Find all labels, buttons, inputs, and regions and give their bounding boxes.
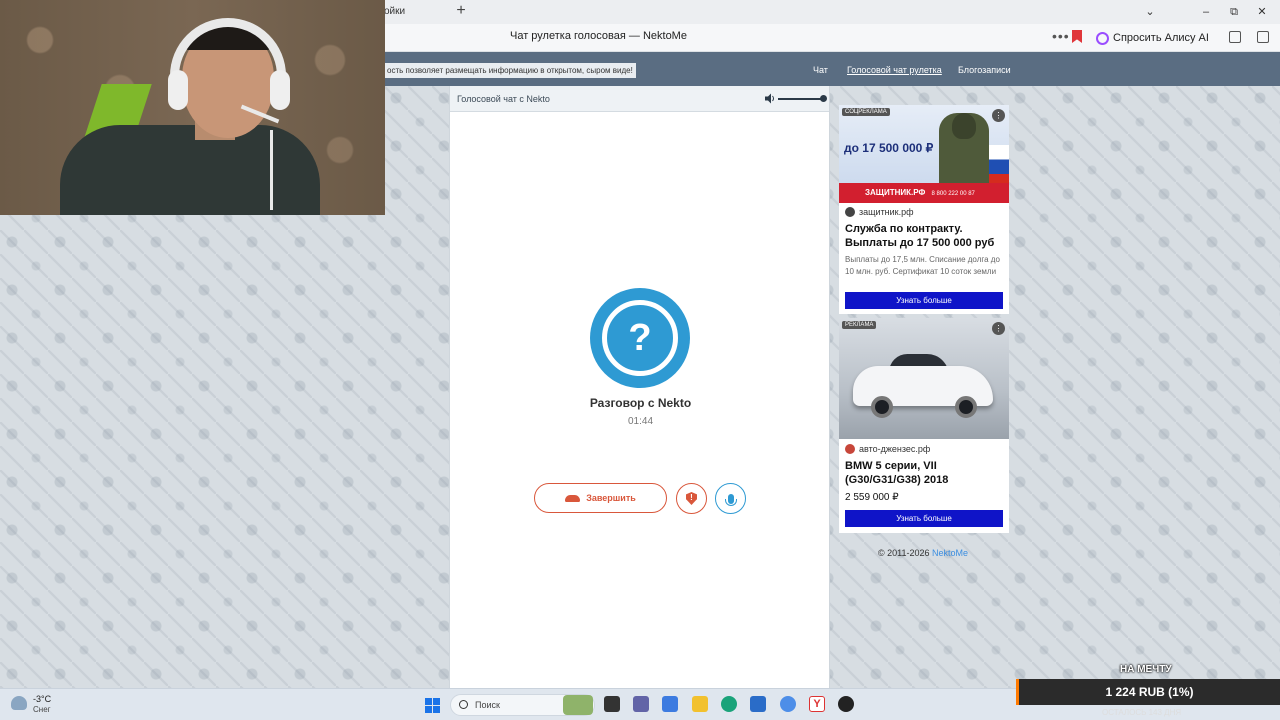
ad-strip-phone: 8 800 222 00 87 (931, 191, 975, 197)
nav-link-chat[interactable]: Чат (813, 65, 828, 75)
nav-link-voice-chat[interactable]: Голосовой чат рулетка (847, 65, 942, 75)
ad-banner-strip: ЗАЩИТНИК.РФ 8 800 222 00 87 (839, 183, 1009, 203)
download-icon[interactable] (1257, 31, 1269, 43)
car-wheel (955, 396, 977, 418)
site-icon (845, 444, 855, 454)
headset-earcup (270, 70, 290, 110)
stream-goal-remaining: ОСТАЛОСЬ 143 ДНЯ (1102, 708, 1182, 717)
avatar: ? (590, 288, 690, 388)
voice-chat-panel: Голосовой чат с Nekto ? Разговор с Nekto… (449, 86, 830, 688)
end-call-label: Завершить (586, 493, 636, 503)
soldier-helmet (952, 113, 976, 139)
obs-icon[interactable] (838, 696, 854, 712)
more-options-icon[interactable]: ••• (1052, 28, 1070, 44)
stream-goal-label: НА МЕЧТУ (1120, 664, 1172, 675)
hang-up-icon (565, 494, 581, 502)
ad-text: Выплаты до 17,5 млн. Списание долга до 1… (845, 255, 1000, 276)
yandex-browser-icon[interactable]: Y (809, 696, 825, 712)
maximize-button[interactable]: ⧉ (1224, 3, 1244, 21)
headset-cord (270, 130, 273, 210)
headset-earcup (168, 70, 188, 110)
copyright-brand-link[interactable]: NektoMe (932, 548, 968, 558)
ad-options-icon[interactable]: ⋮ (992, 109, 1005, 122)
store-icon[interactable] (662, 696, 678, 712)
alice-label: Спросить Алису AI (1113, 32, 1209, 44)
weather-temperature[interactable]: -3°C (33, 694, 51, 704)
stream-goal-amount: 1 224 RUB (1%) (1016, 679, 1280, 705)
webcam-person-body (60, 125, 320, 215)
question-icon: ? (602, 300, 678, 376)
site-notice: ость позволяет размещать информацию в от… (384, 63, 636, 78)
end-call-button[interactable]: Завершить (534, 483, 667, 513)
ad-title[interactable]: Служба по контракту. Выплаты до 17 500 0… (845, 222, 1005, 250)
app-icon[interactable] (750, 696, 766, 712)
weather-description[interactable]: Снег (33, 705, 51, 714)
chat-header-title: Голосовой чат с Nekto (457, 94, 550, 104)
snow-cloud-icon[interactable] (11, 696, 27, 710)
ad-learn-more-button[interactable]: Узнать больше (845, 292, 1003, 309)
alice-button[interactable]: Спросить Алису AI (1092, 27, 1217, 49)
ad-domain-text: авто-джензес.рф (859, 444, 931, 454)
ad-banner-amount: до 17 500 000 ₽ (844, 141, 934, 155)
teams-icon[interactable] (633, 696, 649, 712)
ad-domain-text: защитник.рф (859, 207, 914, 217)
widget-icon[interactable] (563, 695, 593, 715)
report-button[interactable]: ! (676, 483, 707, 514)
chat-header: Голосовой чат с Nekto (450, 86, 829, 112)
edge-icon[interactable] (721, 696, 737, 712)
shield-icon: ! (686, 492, 697, 505)
ad-domain[interactable]: авто-джензес.рф (845, 444, 930, 454)
volume-slider[interactable] (778, 98, 825, 100)
ad-domain[interactable]: защитник.рф (845, 207, 914, 217)
nav-link-blog[interactable]: Блогозаписи (958, 65, 1011, 75)
call-timer: 01:44 (627, 416, 654, 427)
conversation-title: Разговор с Nekto (589, 396, 692, 410)
page-title: Чат рулетка голосовая — NektoMe (510, 30, 687, 42)
ad-options-icon[interactable]: ⋮ (992, 322, 1005, 335)
ad-strip-brand: ЗАЩИТНИК.РФ (865, 188, 926, 197)
ad-card-bmw[interactable]: РЕКЛАМА ⋮ авто-джензес.рф BMW 5 серии, V… (839, 318, 1009, 533)
ad-banner-image[interactable]: СОЦРЕКЛАМА до 17 500 000 ₽ ЗАЩИТНИК.РФ 8… (839, 105, 1009, 203)
ad-badge: СОЦРЕКЛАМА (842, 108, 890, 116)
bookmark-icon[interactable] (1072, 30, 1082, 43)
ad-banner-image[interactable]: РЕКЛАМА ⋮ (839, 318, 1009, 439)
microphone-button[interactable] (715, 483, 746, 514)
collections-icon[interactable] (1229, 31, 1241, 43)
folder-icon[interactable] (692, 696, 708, 712)
alice-icon (1096, 31, 1109, 45)
ad-card-contract[interactable]: СОЦРЕКЛАМА до 17 500 000 ₽ ЗАЩИТНИК.РФ 8… (839, 105, 1009, 314)
minimize-button[interactable]: – (1196, 3, 1216, 21)
close-button[interactable]: ✕ (1252, 3, 1272, 21)
volume-icon[interactable] (765, 93, 775, 104)
new-tab-button[interactable]: + (452, 3, 470, 21)
browser-tab[interactable]: ойки (384, 2, 444, 22)
search-placeholder: Поиск (475, 700, 500, 710)
microphone-icon (724, 493, 737, 506)
ad-price: 2 559 000 ₽ (845, 492, 899, 503)
volume-slider-handle[interactable] (820, 95, 827, 102)
ad-badge: РЕКЛАМА (842, 321, 877, 329)
webcam-overlay (0, 0, 385, 215)
windows-start-icon[interactable] (425, 698, 440, 713)
search-icon (459, 700, 468, 709)
copyright-text: © 2011-2026 (878, 548, 933, 558)
tabs-menu-icon[interactable]: ⌄ (1140, 3, 1160, 21)
task-view-icon[interactable] (604, 696, 620, 712)
ad-learn-more-button[interactable]: Узнать больше (845, 510, 1003, 527)
chat-app-icon[interactable] (780, 696, 796, 712)
ad-title[interactable]: BMW 5 серии, VII (G30/G31/G38) 2018 (845, 459, 1005, 487)
car-wheel (871, 396, 893, 418)
copyright: © 2011-2026 NektoMe (878, 548, 968, 558)
arrow-circle-icon (845, 207, 855, 217)
